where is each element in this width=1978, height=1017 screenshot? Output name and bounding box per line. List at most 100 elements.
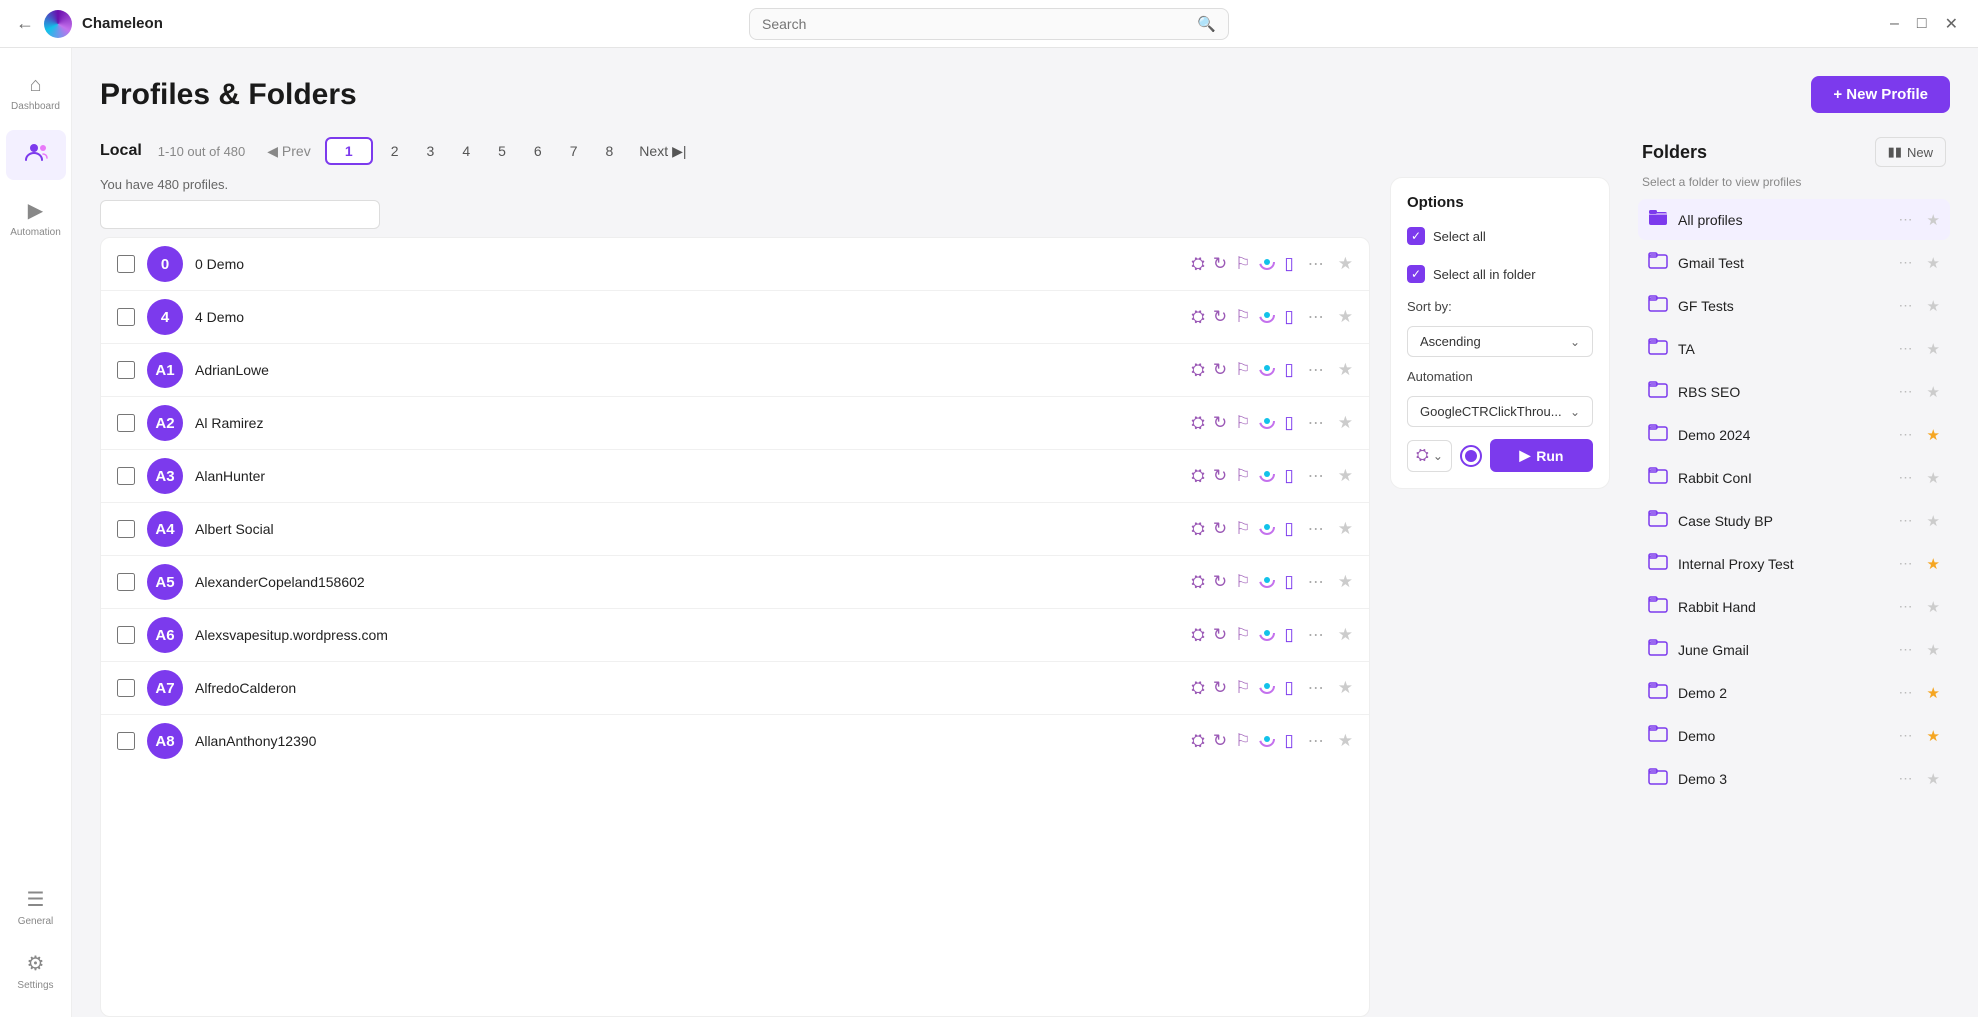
refresh-icon-7[interactable]: ↻ bbox=[1213, 625, 1227, 645]
more-button-9[interactable]: ⋯ bbox=[1302, 729, 1330, 753]
refresh-icon-8[interactable]: ↻ bbox=[1213, 678, 1227, 698]
shield-icon-8[interactable]: ⚐ bbox=[1235, 678, 1250, 698]
profile-checkbox-0[interactable] bbox=[117, 255, 135, 273]
profile-checkbox-3[interactable] bbox=[117, 414, 135, 432]
next-button[interactable]: Next ▶| bbox=[631, 139, 694, 164]
folder-more-button-8[interactable]: ⋯ bbox=[1895, 553, 1917, 574]
page-6[interactable]: 6 bbox=[524, 139, 552, 163]
shield-icon-1[interactable]: ⚐ bbox=[1235, 307, 1250, 327]
copy-icon-8[interactable]: ▯ bbox=[1284, 678, 1293, 698]
star-button-0[interactable]: ★ bbox=[1338, 254, 1353, 274]
shield-icon-6[interactable]: ⚐ bbox=[1235, 572, 1250, 592]
shield-icon-3[interactable]: ⚐ bbox=[1235, 413, 1250, 433]
globe-icon-8[interactable]: ⛭ bbox=[1191, 678, 1205, 698]
select-all-checkbox[interactable]: ✓ bbox=[1407, 227, 1425, 245]
sidebar-item-automation[interactable]: ▶ Automation bbox=[6, 188, 66, 248]
folder-star-6[interactable]: ★ bbox=[1927, 469, 1940, 487]
page-2[interactable]: 2 bbox=[381, 139, 409, 163]
minimize-button[interactable]: – bbox=[1886, 11, 1903, 37]
sort-select[interactable]: Ascending ⌄ bbox=[1407, 326, 1593, 357]
more-button-1[interactable]: ⋯ bbox=[1302, 305, 1330, 329]
copy-icon-1[interactable]: ▯ bbox=[1284, 307, 1293, 327]
page-3[interactable]: 3 bbox=[417, 139, 445, 163]
folder-item-7[interactable]: Case Study BP ⋯ ★ bbox=[1638, 500, 1950, 541]
folder-item-5[interactable]: Demo 2024 ⋯ ★ bbox=[1638, 414, 1950, 455]
spin-icon-0[interactable] bbox=[1258, 253, 1276, 276]
maximize-button[interactable]: □ bbox=[1913, 11, 1931, 37]
spin-icon-8[interactable] bbox=[1258, 677, 1276, 700]
new-folder-button[interactable]: ▮▮ New bbox=[1875, 137, 1946, 167]
more-button-7[interactable]: ⋯ bbox=[1302, 623, 1330, 647]
radio-button[interactable] bbox=[1460, 445, 1482, 467]
folder-star-7[interactable]: ★ bbox=[1927, 512, 1940, 530]
folder-item-0[interactable]: All profiles ⋯ ★ bbox=[1638, 199, 1950, 240]
star-button-5[interactable]: ★ bbox=[1338, 519, 1353, 539]
page-5[interactable]: 5 bbox=[488, 139, 516, 163]
globe-icon-2[interactable]: ⛭ bbox=[1191, 360, 1205, 380]
star-button-7[interactable]: ★ bbox=[1338, 625, 1353, 645]
folder-item-6[interactable]: Rabbit ConI ⋯ ★ bbox=[1638, 457, 1950, 498]
profile-checkbox-1[interactable] bbox=[117, 308, 135, 326]
profile-checkbox-6[interactable] bbox=[117, 573, 135, 591]
folder-more-button-0[interactable]: ⋯ bbox=[1895, 209, 1917, 230]
spin-icon-6[interactable] bbox=[1258, 571, 1276, 594]
folder-star-12[interactable]: ★ bbox=[1927, 727, 1940, 745]
prev-button[interactable]: ◀ Prev bbox=[261, 139, 316, 164]
folder-item-10[interactable]: June Gmail ⋯ ★ bbox=[1638, 629, 1950, 670]
folder-more-button-3[interactable]: ⋯ bbox=[1895, 338, 1917, 359]
search-input[interactable] bbox=[762, 16, 1189, 32]
page-4[interactable]: 4 bbox=[452, 139, 480, 163]
refresh-icon-3[interactable]: ↻ bbox=[1213, 413, 1227, 433]
select-all-folder-checkbox[interactable]: ✓ bbox=[1407, 265, 1425, 283]
select-all-folder-option[interactable]: ✓ Select all in folder bbox=[1407, 261, 1593, 287]
globe-icon-9[interactable]: ⛭ bbox=[1191, 731, 1205, 751]
new-profile-button[interactable]: + New Profile bbox=[1811, 76, 1950, 113]
shield-icon-5[interactable]: ⚐ bbox=[1235, 519, 1250, 539]
folder-item-4[interactable]: RBS SEO ⋯ ★ bbox=[1638, 371, 1950, 412]
folder-star-5[interactable]: ★ bbox=[1927, 426, 1940, 444]
more-button-2[interactable]: ⋯ bbox=[1302, 358, 1330, 382]
spin-icon-5[interactable] bbox=[1258, 518, 1276, 541]
back-button[interactable]: ← bbox=[16, 13, 34, 34]
more-button-6[interactable]: ⋯ bbox=[1302, 570, 1330, 594]
refresh-icon-2[interactable]: ↻ bbox=[1213, 360, 1227, 380]
globe-icon-5[interactable]: ⛭ bbox=[1191, 519, 1205, 539]
profile-checkbox-5[interactable] bbox=[117, 520, 135, 538]
more-button-8[interactable]: ⋯ bbox=[1302, 676, 1330, 700]
spin-icon-7[interactable] bbox=[1258, 624, 1276, 647]
sidebar-item-settings[interactable]: ⚙ Settings bbox=[6, 941, 66, 1001]
star-button-9[interactable]: ★ bbox=[1338, 731, 1353, 751]
globe-icon-4[interactable]: ⛭ bbox=[1191, 466, 1205, 486]
refresh-icon-6[interactable]: ↻ bbox=[1213, 572, 1227, 592]
folder-item-2[interactable]: GF Tests ⋯ ★ bbox=[1638, 285, 1950, 326]
globe-icon-7[interactable]: ⛭ bbox=[1191, 625, 1205, 645]
folder-star-9[interactable]: ★ bbox=[1927, 598, 1940, 616]
folder-more-button-11[interactable]: ⋯ bbox=[1895, 682, 1917, 703]
profile-checkbox-9[interactable] bbox=[117, 732, 135, 750]
globe-icon-0[interactable]: ⛭ bbox=[1191, 254, 1205, 274]
copy-icon-7[interactable]: ▯ bbox=[1284, 625, 1293, 645]
folder-more-button-7[interactable]: ⋯ bbox=[1895, 510, 1917, 531]
folder-more-button-13[interactable]: ⋯ bbox=[1895, 768, 1917, 789]
folder-star-3[interactable]: ★ bbox=[1927, 340, 1940, 358]
folder-more-button-5[interactable]: ⋯ bbox=[1895, 424, 1917, 445]
sidebar-item-profiles[interactable] bbox=[6, 130, 66, 180]
spin-icon-3[interactable] bbox=[1258, 412, 1276, 435]
star-button-8[interactable]: ★ bbox=[1338, 678, 1353, 698]
refresh-icon-9[interactable]: ↻ bbox=[1213, 731, 1227, 751]
profile-checkbox-7[interactable] bbox=[117, 626, 135, 644]
shield-icon-9[interactable]: ⚐ bbox=[1235, 731, 1250, 751]
refresh-icon-0[interactable]: ↻ bbox=[1213, 254, 1227, 274]
folder-item-11[interactable]: Demo 2 ⋯ ★ bbox=[1638, 672, 1950, 713]
folder-star-13[interactable]: ★ bbox=[1927, 770, 1940, 788]
globe-icon-6[interactable]: ⛭ bbox=[1191, 572, 1205, 592]
run-button[interactable]: ▶ Run bbox=[1490, 439, 1593, 472]
folder-star-11[interactable]: ★ bbox=[1927, 684, 1940, 702]
folder-more-button-6[interactable]: ⋯ bbox=[1895, 467, 1917, 488]
star-button-3[interactable]: ★ bbox=[1338, 413, 1353, 433]
profile-checkbox-4[interactable] bbox=[117, 467, 135, 485]
profile-search-input[interactable] bbox=[100, 200, 380, 229]
folder-star-0[interactable]: ★ bbox=[1927, 211, 1940, 229]
close-button[interactable]: ✕ bbox=[1941, 10, 1962, 38]
copy-icon-2[interactable]: ▯ bbox=[1284, 360, 1293, 380]
